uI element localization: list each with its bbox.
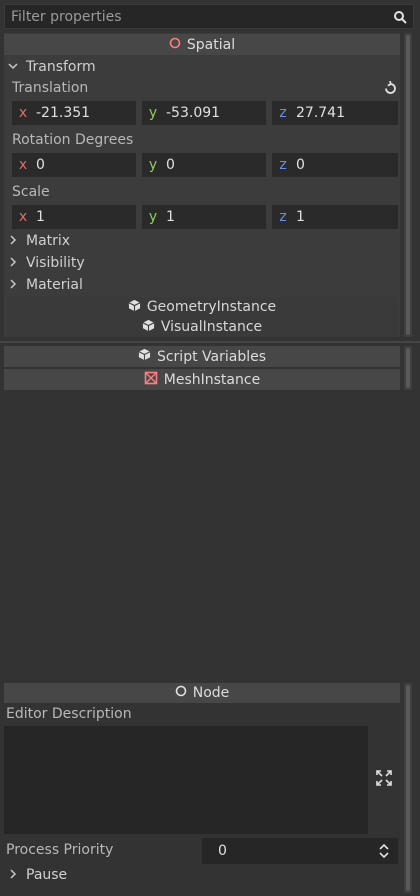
spatial-title: Spatial	[186, 36, 236, 53]
scale-z-field[interactable]: z 1	[272, 205, 398, 229]
translation-y-value: -53.091	[166, 105, 221, 121]
scale-label: Scale	[12, 184, 50, 200]
scrollbar[interactable]	[404, 33, 412, 337]
filter-input[interactable]	[9, 8, 393, 26]
filter-bar	[4, 4, 414, 29]
search-icon[interactable]	[393, 10, 407, 28]
rotation-y-field[interactable]: y 0	[142, 153, 266, 177]
visibility-fold[interactable]: Visibility	[8, 254, 85, 272]
scale-z-value: 1	[296, 209, 305, 225]
axis-y-label: y	[148, 105, 158, 121]
process-priority-spinbox[interactable]: 0	[202, 838, 398, 864]
scale-y-value: 1	[166, 209, 175, 225]
rotation-label: Rotation Degrees	[12, 132, 134, 148]
geometry-instance-header[interactable]: GeometryInstance	[6, 297, 398, 317]
spatial-header[interactable]: Spatial	[4, 34, 400, 55]
script-variables-label: Script Variables	[156, 348, 267, 365]
expand-icon	[376, 770, 392, 790]
spatial-node-icon	[169, 37, 181, 53]
translation-label: Translation	[12, 80, 89, 96]
expand-button[interactable]	[368, 726, 400, 834]
translation-x-field[interactable]: x -21.351	[12, 101, 136, 125]
visual-instance-header[interactable]: VisualInstance	[6, 317, 398, 337]
pause-label: Pause	[26, 867, 68, 883]
transform-fold[interactable]: Transform	[8, 58, 96, 76]
axis-x-label: x	[18, 209, 28, 225]
script-variables-header[interactable]: Script Variables	[4, 346, 400, 367]
mesh-instance-label: MeshInstance	[163, 371, 261, 388]
translation-x-value: -21.351	[36, 105, 91, 121]
material-label: Material	[26, 277, 83, 293]
revert-icon[interactable]	[383, 80, 398, 100]
spin-arrows-icon[interactable]	[378, 843, 390, 863]
rotation-z-value: 0	[296, 157, 305, 173]
axis-x-label: x	[18, 105, 28, 121]
divider	[0, 341, 420, 343]
scale-x-field[interactable]: x 1	[12, 205, 136, 229]
scrollbar-thumb[interactable]	[406, 348, 410, 388]
cube-icon	[142, 319, 155, 336]
translation-y-field[interactable]: y -53.091	[142, 101, 266, 125]
matrix-label: Matrix	[26, 233, 71, 249]
scale-y-field[interactable]: y 1	[142, 205, 266, 229]
editor-description-label: Editor Description	[6, 706, 132, 722]
visibility-label: Visibility	[26, 255, 85, 271]
transform-label: Transform	[26, 59, 96, 75]
rotation-x-value: 0	[36, 157, 45, 173]
editor-description-field[interactable]	[4, 726, 400, 834]
scrollbar[interactable]	[404, 346, 412, 390]
axis-y-label: y	[148, 157, 158, 173]
cube-icon	[138, 348, 151, 365]
chevron-right-icon	[8, 277, 18, 293]
axis-z-label: z	[279, 105, 287, 121]
matrix-fold[interactable]: Matrix	[8, 232, 70, 250]
rotation-y-value: 0	[166, 157, 175, 173]
translation-z-value: 27.741	[296, 105, 345, 121]
scrollbar[interactable]	[404, 683, 412, 893]
visual-instance-label: VisualInstance	[160, 319, 263, 335]
translation-z-field[interactable]: z 27.741	[272, 101, 398, 125]
cube-icon	[128, 299, 141, 316]
material-fold[interactable]: Material	[8, 276, 83, 294]
process-priority-value: 0	[218, 843, 227, 859]
chevron-right-icon	[8, 255, 18, 271]
node-header[interactable]: Node	[4, 683, 400, 703]
chevron-down-icon	[8, 59, 18, 75]
node-icon	[175, 685, 187, 701]
chevron-right-icon	[8, 867, 18, 883]
mesh-instance-header[interactable]: MeshInstance	[4, 369, 400, 390]
rotation-z-field[interactable]: z 0	[272, 153, 398, 177]
scale-x-value: 1	[36, 209, 45, 225]
scrollbar-thumb[interactable]	[406, 685, 410, 891]
rotation-x-field[interactable]: x 0	[12, 153, 136, 177]
process-priority-label: Process Priority	[6, 842, 114, 858]
scrollbar-thumb[interactable]	[406, 35, 410, 335]
chevron-right-icon	[8, 233, 18, 249]
node-title: Node	[192, 685, 230, 701]
axis-y-label: y	[148, 209, 158, 225]
mesh-instance-icon	[144, 371, 158, 389]
axis-x-label: x	[18, 157, 28, 173]
geometry-instance-label: GeometryInstance	[146, 299, 277, 315]
pause-fold[interactable]: Pause	[8, 866, 67, 884]
axis-z-label: z	[279, 209, 287, 225]
axis-z-label: z	[279, 157, 287, 173]
